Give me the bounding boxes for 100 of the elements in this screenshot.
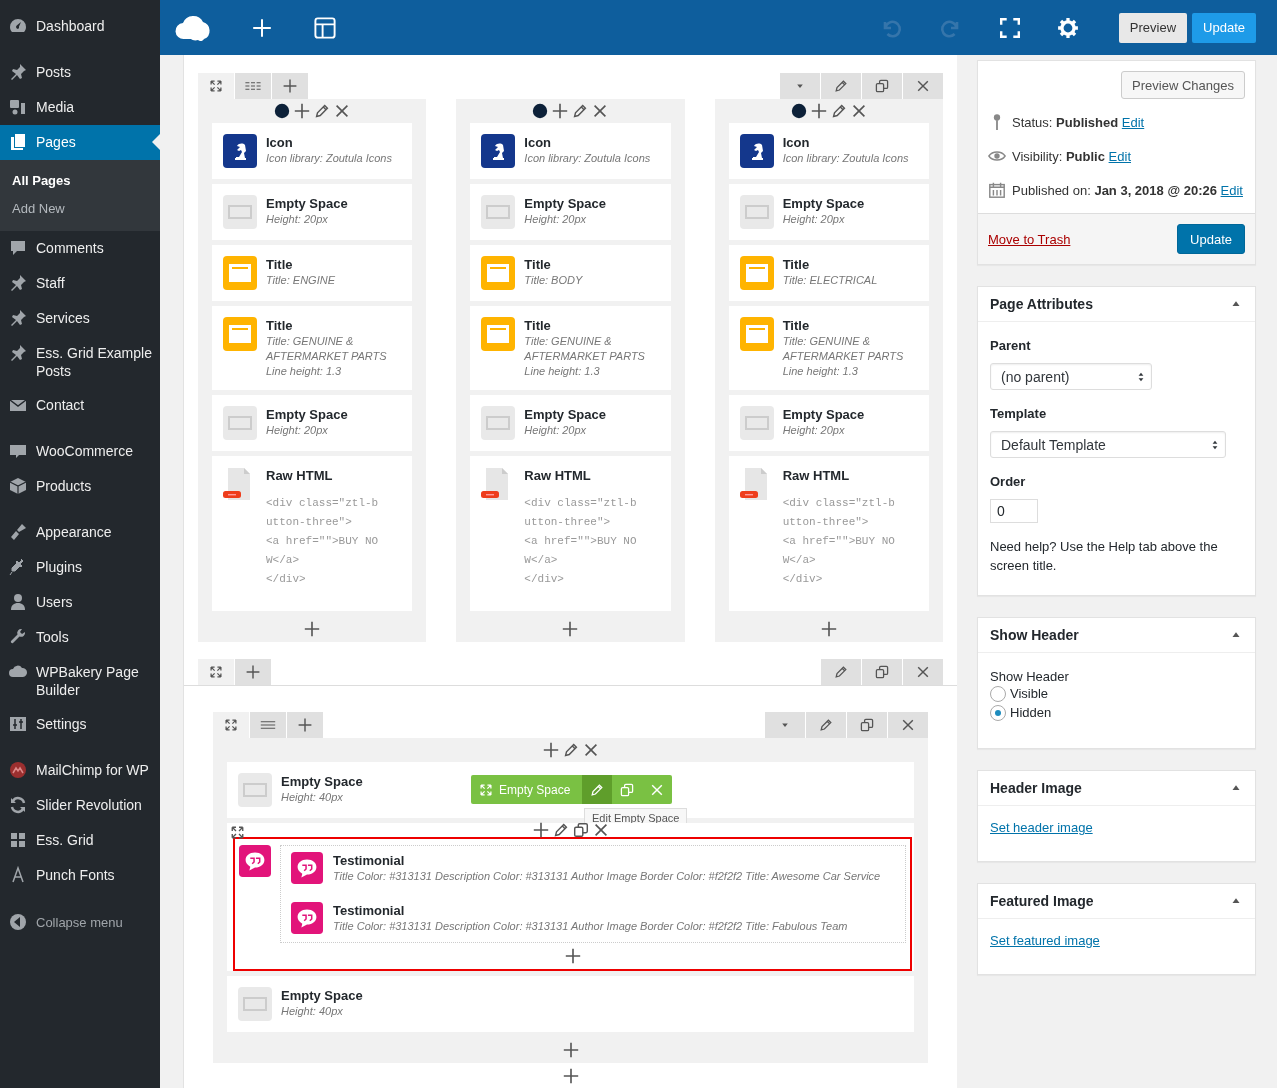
element-card[interactable]: Empty Space Height: 20px bbox=[212, 184, 413, 240]
element-detail: Height: 20px bbox=[524, 212, 587, 227]
element-detail: Height: 20px bbox=[266, 212, 328, 227]
sidebar-item[interactable]: Plugins bbox=[0, 550, 160, 585]
element-card[interactable]: Empty Space Height: 20px bbox=[728, 184, 929, 240]
element-card[interactable]: Title Title: GENUINE & AFTERMARKET PARTS Line height: 1.3 bbox=[212, 306, 413, 390]
set-header-image-link[interactable]: Set header image bbox=[990, 820, 1093, 835]
element-detail: Height: 20px bbox=[782, 212, 845, 227]
field-label: Parent bbox=[990, 338, 1032, 353]
element-name: Empty Space bbox=[266, 406, 348, 423]
radio-label: Visible bbox=[1010, 685, 1049, 703]
element-name: Icon bbox=[524, 134, 552, 151]
element-card[interactable]: Raw HTML <div class="ztl-button-three"> <a href="">BUY NOW</a> </div> bbox=[728, 456, 929, 611]
element-name: Empty Space bbox=[782, 195, 865, 212]
field-label: Template bbox=[990, 406, 1048, 421]
sidebar-item[interactable]: Contact bbox=[0, 388, 160, 423]
sidebar-item[interactable]: Punch Fonts bbox=[0, 858, 160, 893]
edit-link[interactable]: Edit bbox=[1121, 115, 1145, 130]
element-name: Empty Space bbox=[782, 406, 865, 423]
element-name: Title bbox=[782, 256, 810, 273]
sidebar-item[interactable]: Posts bbox=[0, 55, 160, 90]
box-title: Featured Image bbox=[990, 893, 1094, 909]
element-card[interactable]: Raw HTML <div class="ztl-button-three"> <a href="">BUY NOW</a> </div> bbox=[470, 456, 671, 611]
element-detail: Title: ELECTRICAL bbox=[782, 273, 878, 288]
radio-label: Hidden bbox=[1010, 704, 1052, 722]
element-name: Icon bbox=[266, 134, 293, 151]
element-card[interactable]: Empty Space Height: 20px bbox=[212, 395, 413, 451]
sidebar-item[interactable]: Staff bbox=[0, 266, 160, 301]
element-card[interactable]: Icon Icon library: Zoutula Icons bbox=[728, 123, 929, 179]
sidebar-item[interactable]: Services bbox=[0, 301, 160, 336]
sidebar-item[interactable]: Slider Revolution bbox=[0, 788, 160, 823]
element-name: Title bbox=[524, 317, 551, 334]
element-card[interactable]: Title Title: GENUINE & AFTERMARKET PARTS Line height: 1.3 bbox=[728, 306, 929, 390]
element-card[interactable]: Empty Space Height: 20px bbox=[470, 395, 671, 451]
element-card[interactable]: Raw HTML <div class="ztl-button-three"> <a href="">BUY NOW</a> </div> bbox=[212, 456, 413, 611]
element-detail: Icon library: Zoutula Icons bbox=[524, 151, 651, 166]
element-name: Empty Space bbox=[266, 195, 348, 212]
element-detail: Height: 20px bbox=[524, 423, 587, 438]
element-name: Empty Space bbox=[281, 773, 363, 790]
code-preview: <div class="ztl-button-three"> <a href="">BUY NOW</a> </div> bbox=[782, 496, 895, 587]
sidebar-item[interactable]: MailChimp for WP bbox=[0, 753, 160, 788]
element-card[interactable]: Title Title: ELECTRICAL bbox=[728, 245, 929, 301]
sidebar-item[interactable]: Ess. Grid Example Posts bbox=[0, 336, 160, 388]
sidebar-item[interactable]: WooCommerce bbox=[0, 434, 160, 469]
help-text: Need help? Use the Help tab above the screen title. bbox=[990, 538, 1219, 575]
element-name: Title bbox=[266, 317, 293, 334]
preview-button[interactable]: Preview bbox=[1118, 12, 1188, 43]
element-detail: Icon library: Zoutula Icons bbox=[266, 151, 392, 166]
update-button[interactable]: Update bbox=[1177, 224, 1245, 254]
sidebar-item[interactable]: Tools bbox=[0, 620, 160, 655]
element-name: Testimonial bbox=[333, 852, 405, 869]
submenu-item[interactable]: All Pages bbox=[0, 167, 160, 195]
element-detail: Title Color: #313131 Description Color: #313131 Author Image Border Color: #f2f2f2 Title: Fabulous Team bbox=[333, 919, 848, 934]
edit-link[interactable]: Edit bbox=[1220, 183, 1243, 198]
element-detail: Title: ENGINE bbox=[266, 273, 335, 288]
element-detail: Title: BODY bbox=[524, 273, 583, 288]
order-input[interactable]: 0 bbox=[990, 499, 1038, 523]
element-detail: Height: 20px bbox=[266, 423, 328, 438]
element-card[interactable]: Empty Space Height: 40px bbox=[227, 976, 914, 1032]
sidebar-item[interactable]: Users bbox=[0, 585, 160, 620]
element-name: Raw HTML bbox=[782, 467, 850, 484]
field-label: Order bbox=[990, 474, 1027, 489]
element-card[interactable]: Title Title: ENGINE bbox=[212, 245, 413, 301]
publish-info: Published on: Jan 3, 2018 @ 20:26 bbox=[1012, 183, 1217, 198]
sidebar-item[interactable]: Products bbox=[0, 469, 160, 504]
element-card[interactable]: Title Title: BODY bbox=[470, 245, 671, 301]
element-name: Icon bbox=[782, 134, 810, 151]
sidebar-item[interactable]: Comments bbox=[0, 231, 160, 266]
element-card[interactable]: Icon Icon library: Zoutula Icons bbox=[212, 123, 413, 179]
element-detail: Title: GENUINE & AFTERMARKET PARTS Line height: 1.3 bbox=[266, 334, 388, 379]
element-detail: Icon library: Zoutula Icons bbox=[782, 151, 909, 166]
element-card[interactable]: Empty Space Height: 20px bbox=[728, 395, 929, 451]
element-name: Empty Space bbox=[524, 195, 606, 212]
preview-changes-button[interactable]: Preview Changes bbox=[1121, 71, 1245, 99]
sidebar-item[interactable]: Appearance bbox=[0, 515, 160, 550]
element-name: Raw HTML bbox=[266, 467, 333, 484]
publish-info: Status: Published bbox=[1012, 115, 1119, 130]
sidebar-item[interactable]: Media bbox=[0, 90, 160, 125]
edit-link[interactable]: Edit bbox=[1108, 149, 1131, 164]
move-to-trash-link[interactable]: Move to Trash bbox=[988, 231, 1071, 247]
element-detail: Title: GENUINE & AFTERMARKET PARTS Line height: 1.3 bbox=[782, 334, 905, 379]
element-name: Empty Space bbox=[524, 406, 606, 423]
collapse-menu-button[interactable]: Collapse menu bbox=[0, 904, 160, 940]
parent-select[interactable]: (no parent) bbox=[990, 363, 1152, 390]
set-featured-image-link[interactable]: Set featured image bbox=[990, 933, 1100, 948]
element-detail: Height: 20px bbox=[782, 423, 845, 438]
sidebar-item[interactable]: Pages bbox=[0, 125, 160, 160]
sidebar-item[interactable]: Settings bbox=[0, 707, 160, 742]
sidebar-item[interactable]: WPBakery Page Builder bbox=[0, 655, 160, 707]
field-label: Show Header bbox=[990, 669, 1070, 684]
element-name: Title bbox=[782, 317, 810, 334]
template-select[interactable]: Default Template bbox=[990, 431, 1226, 458]
submenu-item[interactable]: Add New bbox=[0, 195, 160, 223]
element-card[interactable]: Title Title: GENUINE & AFTERMARKET PARTS Line height: 1.3 bbox=[470, 306, 671, 390]
element-card[interactable]: Empty Space Height: 20px bbox=[470, 184, 671, 240]
sidebar-item[interactable]: Ess. Grid bbox=[0, 823, 160, 858]
element-detail: Title Color: #313131 Description Color: #313131 Author Image Border Color: #f2f2f2 Title: Awesome Car Service bbox=[333, 869, 881, 884]
sidebar-item[interactable]: Dashboard bbox=[0, 9, 160, 44]
element-card[interactable]: Icon Icon library: Zoutula Icons bbox=[470, 123, 671, 179]
element-name: Title bbox=[266, 256, 293, 273]
